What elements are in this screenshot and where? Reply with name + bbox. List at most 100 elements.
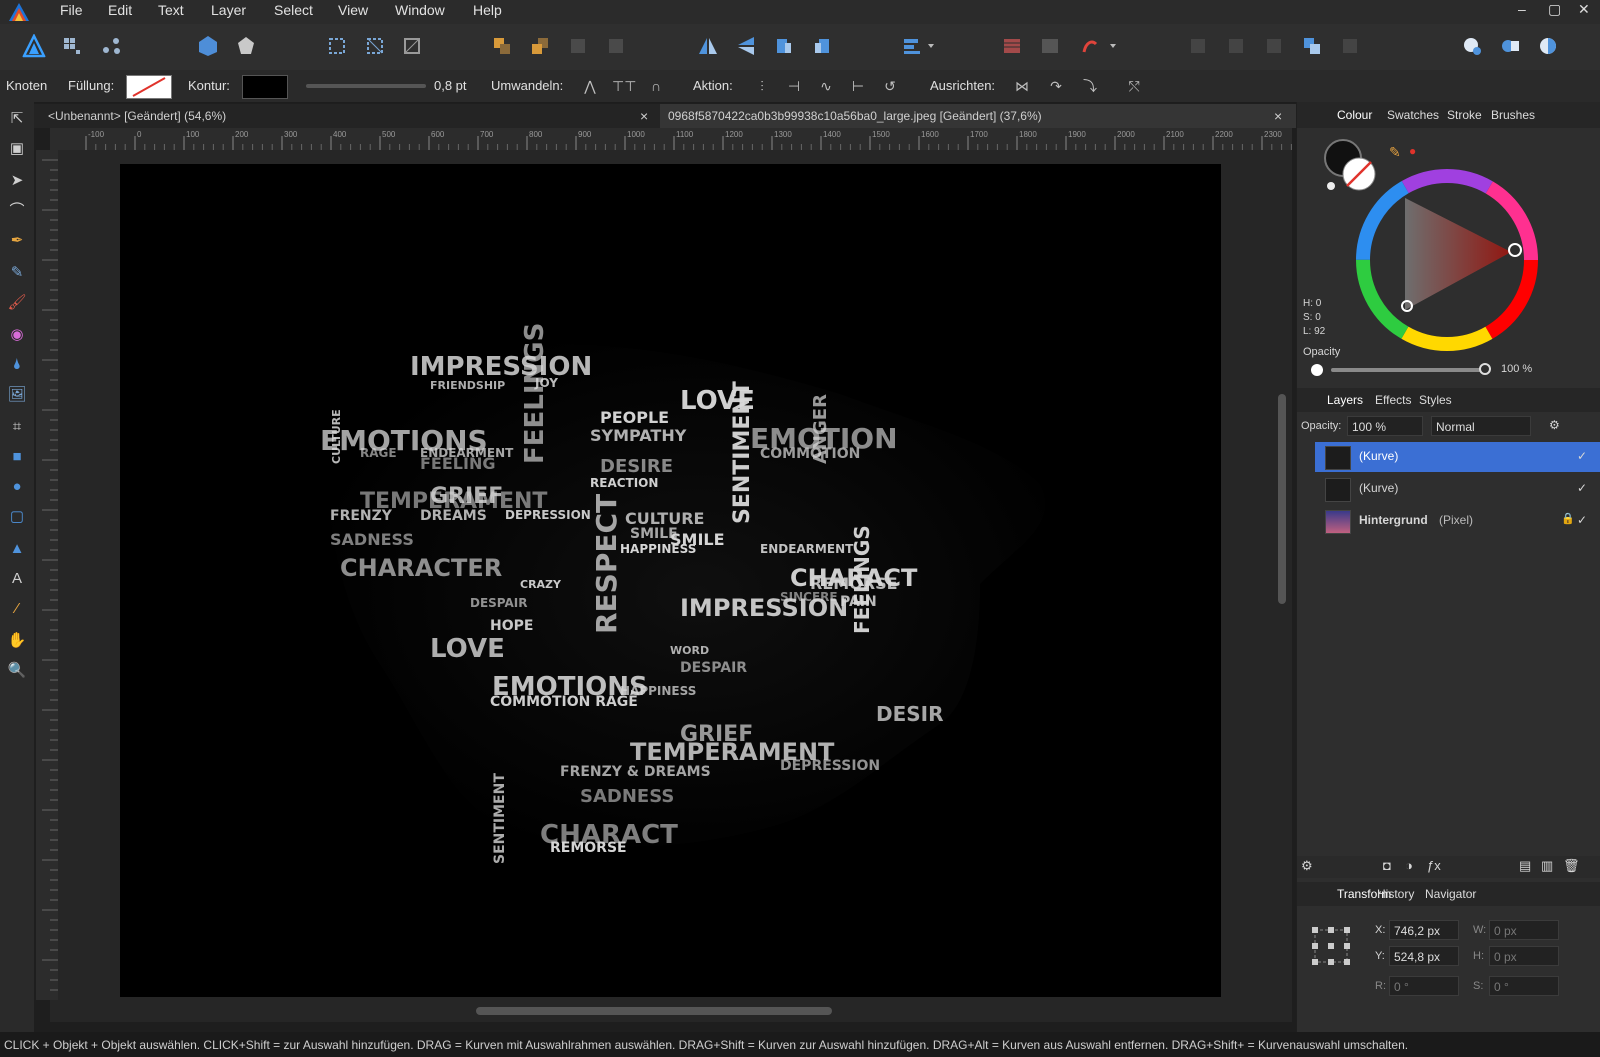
opacity-slider[interactable] — [1331, 368, 1481, 372]
close-curve-icon[interactable]: ⊣ — [784, 77, 804, 95]
smooth-curve-icon[interactable]: ∿ — [816, 77, 836, 95]
boolean-xor-icon[interactable] — [1224, 34, 1248, 58]
r-field[interactable]: 0 ° — [1389, 976, 1459, 996]
tab-stroke[interactable]: Stroke — [1447, 108, 1482, 122]
preferences-icon[interactable] — [234, 34, 258, 58]
align-nodes-1-icon[interactable]: ⋈ — [1012, 77, 1032, 95]
eyedropper-icon[interactable]: ✎ — [1389, 144, 1401, 161]
view-mode-icon[interactable] — [1536, 34, 1560, 58]
align-nodes-4-icon[interactable]: ⤲ — [1124, 77, 1144, 95]
adjustment-layer-icon[interactable]: ◑ — [1405, 858, 1413, 873]
blend-mode-select[interactable]: Normal — [1431, 416, 1531, 436]
hand-tool-icon[interactable]: ✋ — [6, 630, 28, 652]
text-tool-icon[interactable]: A — [6, 568, 28, 590]
y-field[interactable]: 524,8 px — [1389, 946, 1459, 966]
opacity-slider-handle[interactable] — [1479, 363, 1491, 375]
align-nodes-2-icon[interactable]: ↷ — [1046, 77, 1066, 95]
menu-view[interactable]: View — [338, 2, 368, 18]
pixel-persona-icon[interactable] — [60, 34, 84, 58]
stroke-width-value[interactable]: 0,8 pt — [434, 78, 467, 93]
convert-sharp-icon[interactable]: ⋀ — [580, 77, 600, 95]
rectangle-tool-icon[interactable]: ■ — [6, 446, 28, 468]
horizontal-scrollbar[interactable] — [50, 1000, 1292, 1022]
menu-help[interactable]: Help — [473, 2, 502, 18]
layer-options-icon[interactable]: ⚙ — [1301, 858, 1313, 874]
visibility-checkbox-icon[interactable]: ✓ — [1577, 449, 1587, 463]
snapping-3-icon[interactable] — [400, 34, 424, 58]
fill-swatch[interactable] — [126, 75, 172, 99]
rounded-rect-tool-icon[interactable]: ▢ — [6, 506, 28, 528]
visibility-checkbox-icon[interactable]: ✓ — [1577, 481, 1587, 495]
arrange-forward-icon[interactable] — [566, 34, 590, 58]
brush-tool-icon[interactable]: 🖌 — [6, 292, 28, 314]
boolean-divide-icon[interactable] — [1186, 34, 1210, 58]
flip-vertical-icon[interactable] — [734, 34, 758, 58]
ellipse-tool-icon[interactable]: ● — [6, 476, 28, 498]
h-field[interactable]: 0 px — [1489, 946, 1559, 966]
boolean-intersect-icon[interactable] — [1262, 34, 1286, 58]
rotate-left-icon[interactable] — [772, 34, 796, 58]
layer-row-background[interactable]: Hintergrund (Pixel) 🔒 ✓ — [1315, 506, 1600, 536]
menu-layer[interactable]: Layer — [211, 2, 246, 18]
menu-file[interactable]: File — [60, 2, 83, 18]
document-canvas[interactable]: IMPRESSION FRIENDSHIP JOY LOVE EMOTIONS EMOTI… — [120, 164, 1221, 997]
tab-swatches[interactable]: Swatches — [1387, 108, 1439, 122]
layer-row-kurve-1[interactable]: (Kurve) ✓ — [1315, 442, 1600, 472]
designer-persona-icon[interactable] — [22, 34, 46, 58]
snapping-2-icon[interactable] — [363, 34, 387, 58]
tab-jpeg[interactable]: 0968f5870422ca0b3b99938c10a56ba0_large.j… — [660, 104, 1296, 128]
menu-edit[interactable]: Edit — [108, 2, 132, 18]
vertical-scroll-thumb[interactable] — [1278, 394, 1286, 604]
tab-layers[interactable]: Layers — [1327, 393, 1363, 407]
gradient-picker-icon[interactable]: ● — [1409, 144, 1416, 158]
horizontal-scroll-thumb[interactable] — [476, 1007, 832, 1015]
node-tool-icon[interactable]: ➤ — [6, 170, 28, 192]
fx-icon[interactable]: ƒx — [1427, 858, 1441, 873]
add-layer-icon[interactable]: ▤ — [1519, 858, 1531, 874]
vertical-scrollbar[interactable] — [1272, 150, 1292, 1000]
s-field[interactable]: 0 ° — [1489, 976, 1559, 996]
reverse-curve-icon[interactable]: ↺ — [880, 77, 900, 95]
tab-untitled[interactable]: <Unbenannt> [Geändert] (54,6%) × — [40, 104, 656, 128]
lock-icon[interactable]: 🔒 — [1561, 512, 1575, 525]
group-icon[interactable] — [1300, 34, 1324, 58]
document-setup-icon[interactable] — [196, 34, 220, 58]
tab-history[interactable]: History — [1377, 887, 1414, 901]
mask-layer-icon[interactable]: ◘ — [1383, 858, 1391, 873]
boolean-subtract-icon[interactable] — [1038, 34, 1062, 58]
anchor-selector-icon[interactable] — [1309, 924, 1353, 968]
color-picker-tool-icon[interactable]: ⁄ — [6, 598, 28, 620]
layer-settings-icon[interactable]: ⚙ — [1549, 418, 1560, 432]
menu-text[interactable]: Text — [158, 2, 184, 18]
convert-smart-icon[interactable]: ∩ — [646, 77, 666, 95]
close-window-icon[interactable]: ✕ — [1578, 1, 1590, 18]
delete-layer-icon[interactable]: 🗑 — [1563, 858, 1580, 874]
visibility-checkbox-icon[interactable]: ✓ — [1577, 513, 1587, 527]
maximize-icon[interactable]: ▢ — [1548, 1, 1561, 18]
tab-jpeg-close-icon[interactable]: × — [1274, 104, 1282, 128]
corner-tool-icon[interactable]: ⌒ — [6, 200, 28, 222]
tab-navigator[interactable]: Navigator — [1425, 887, 1476, 901]
join-curves-icon[interactable]: ⊢ — [848, 77, 868, 95]
layer-row-kurve-2[interactable]: (Kurve) ✓ — [1315, 474, 1600, 504]
align-dropdown-icon[interactable] — [900, 34, 940, 58]
arrange-front-icon[interactable] — [528, 34, 552, 58]
duplicate-layer-icon[interactable]: ▥ — [1541, 858, 1553, 874]
pen-tool-icon[interactable]: ✒ — [6, 230, 28, 252]
menu-select[interactable]: Select — [274, 2, 313, 18]
x-field[interactable]: 746,2 px — [1389, 920, 1459, 940]
boolean-add-icon[interactable] — [1000, 34, 1024, 58]
tab-colour[interactable]: Colour — [1337, 108, 1372, 122]
layer-opacity-field[interactable]: 100 % — [1347, 416, 1423, 436]
place-image-tool-icon[interactable]: 🖼 — [6, 384, 28, 406]
export-persona-icon[interactable] — [100, 34, 124, 58]
colour-wheel[interactable] — [1347, 160, 1547, 360]
break-curve-icon[interactable]: ⫶ — [752, 77, 772, 95]
snapping-1-icon[interactable] — [325, 34, 349, 58]
snapping-manager-icon[interactable] — [1498, 34, 1522, 58]
triangle-tool-icon[interactable]: ▲ — [6, 538, 28, 560]
opacity-value[interactable]: 100 % — [1501, 363, 1532, 375]
rotate-right-icon[interactable] — [810, 34, 834, 58]
w-field[interactable]: 0 px — [1489, 920, 1559, 940]
tab-brushes[interactable]: Brushes — [1491, 108, 1535, 122]
